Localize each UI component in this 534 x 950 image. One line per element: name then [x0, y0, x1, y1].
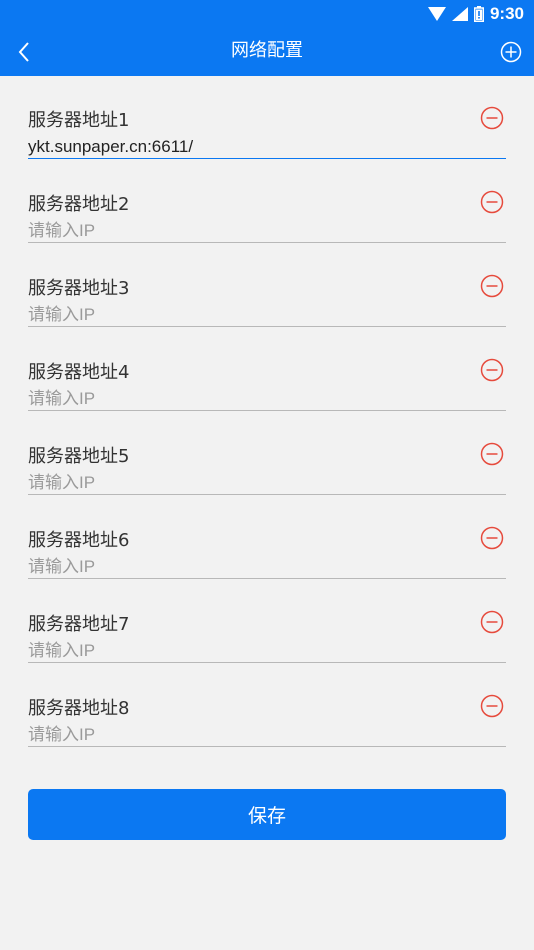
- status-time: 9:30: [489, 4, 524, 23]
- app-bar: 网络配置: [0, 28, 534, 76]
- server-label: 服务器地址8: [28, 698, 130, 719]
- server-input-8[interactable]: [28, 723, 506, 747]
- server-row-5: 服务器地址5: [28, 412, 506, 496]
- server-input-6[interactable]: [28, 555, 506, 579]
- minus-circle-icon[interactable]: [480, 190, 504, 214]
- wifi-icon: [427, 7, 446, 21]
- chevron-left-icon: [18, 42, 29, 62]
- minus-circle-icon[interactable]: [480, 526, 504, 550]
- add-server-button[interactable]: [498, 39, 524, 65]
- server-row-8: 服务器地址8: [28, 664, 506, 748]
- server-list: 服务器地址1 服务器地址2 服务器地址3 服务器地址4 服务器地址5 服务器地址…: [0, 76, 534, 748]
- server-row-2: 服务器地址2: [28, 160, 506, 244]
- back-button[interactable]: [10, 38, 38, 66]
- server-row-6: 服务器地址6: [28, 496, 506, 580]
- server-label: 服务器地址1: [28, 110, 130, 131]
- minus-circle-icon[interactable]: [480, 274, 504, 298]
- signal-icon: [451, 7, 468, 21]
- server-input-2[interactable]: [28, 219, 506, 243]
- save-button[interactable]: 保存: [28, 789, 506, 840]
- battery-icon: [473, 6, 484, 22]
- minus-circle-icon[interactable]: [480, 610, 504, 634]
- server-input-5[interactable]: [28, 471, 506, 495]
- server-row-7: 服务器地址7: [28, 580, 506, 664]
- server-label: 服务器地址4: [28, 362, 130, 383]
- minus-circle-icon[interactable]: [480, 358, 504, 382]
- server-input-4[interactable]: [28, 387, 506, 411]
- server-row-3: 服务器地址3: [28, 244, 506, 328]
- server-label: 服务器地址2: [28, 194, 130, 215]
- server-label: 服务器地址3: [28, 278, 130, 299]
- minus-circle-icon[interactable]: [480, 106, 504, 130]
- server-input-1[interactable]: [28, 135, 506, 159]
- page-title: 网络配置: [231, 40, 303, 61]
- server-input-3[interactable]: [28, 303, 506, 327]
- server-row-4: 服务器地址4: [28, 328, 506, 412]
- server-input-7[interactable]: [28, 639, 506, 663]
- server-label: 服务器地址5: [28, 446, 130, 467]
- server-label: 服务器地址6: [28, 530, 130, 551]
- plus-circle-icon: [500, 41, 522, 63]
- server-label: 服务器地址7: [28, 614, 130, 635]
- minus-circle-icon[interactable]: [480, 694, 504, 718]
- server-row-1: 服务器地址1: [28, 76, 506, 160]
- minus-circle-icon[interactable]: [480, 442, 504, 466]
- status-bar: 9:30: [0, 0, 534, 28]
